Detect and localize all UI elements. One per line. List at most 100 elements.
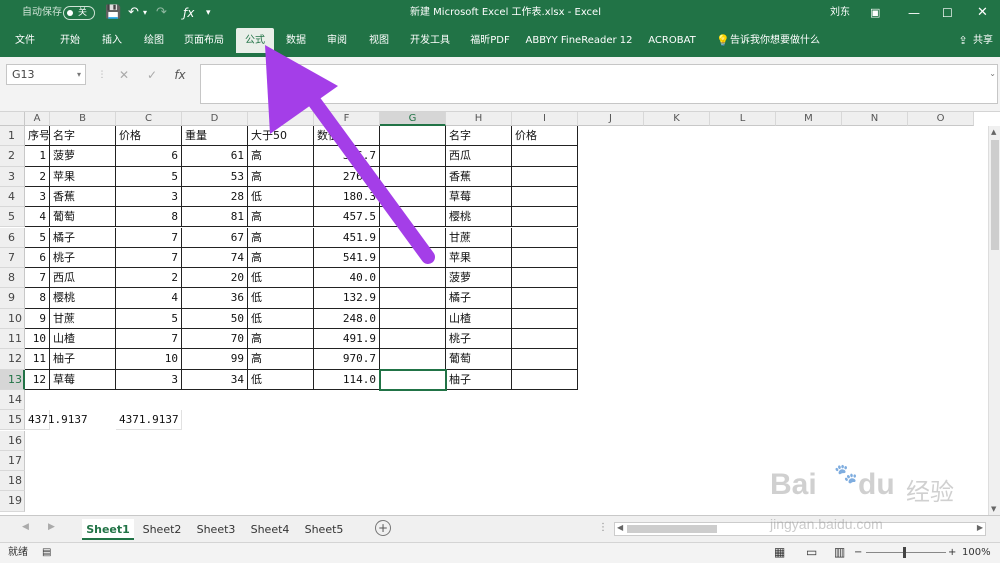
table-cell[interactable]: 香蕉 [50, 186, 116, 208]
table-cell[interactable]: 山楂 [50, 329, 116, 350]
table-cell[interactable]: 7 [25, 268, 50, 289]
user-name[interactable]: 刘东 [830, 0, 850, 26]
table-cell[interactable]: 5 [116, 166, 182, 187]
lookup-price-cell[interactable] [512, 369, 578, 390]
row-header-9[interactable]: 9 [0, 288, 25, 309]
share-button[interactable]: 共享 [970, 28, 996, 53]
table-cell[interactable]: 4 [25, 207, 50, 228]
normal-view-icon[interactable]: ▦ [774, 543, 785, 562]
table-cell[interactable]: 180.3 [314, 186, 380, 208]
table-cell[interactable]: 3 [25, 186, 50, 208]
col-header-d[interactable]: D [182, 112, 248, 126]
table-cell[interactable]: 81 [182, 207, 248, 228]
lookup-price-cell[interactable] [512, 349, 578, 370]
cell[interactable] [380, 227, 446, 248]
lookup-name-cell[interactable]: 甘蔗 [446, 227, 512, 248]
table-cell[interactable]: 34 [182, 369, 248, 390]
row-header-15[interactable]: 15 [0, 410, 25, 431]
table-cell[interactable]: 67 [182, 227, 248, 248]
row-header-1[interactable]: 1 [0, 126, 25, 147]
table-cell[interactable]: 甘蔗 [50, 308, 116, 329]
page-break-view-icon[interactable]: ▥ [834, 543, 845, 562]
table-cell[interactable]: 高 [248, 349, 314, 370]
cell[interactable] [380, 329, 446, 350]
lookup-price-cell[interactable] [512, 247, 578, 269]
col-header-a[interactable]: A [25, 112, 50, 126]
col-header-l[interactable]: L [710, 112, 776, 126]
row-header-13[interactable]: 13 [0, 369, 25, 390]
lookup-name-cell[interactable]: 草莓 [446, 186, 512, 208]
scroll-up-icon[interactable]: ▲ [991, 128, 996, 136]
lookup-header-cell[interactable]: 名字 [446, 126, 512, 147]
sheet-tab-3[interactable]: Sheet3 [190, 519, 242, 540]
row-header-3[interactable]: 3 [0, 166, 25, 187]
table-cell[interactable]: 2 [116, 268, 182, 289]
scroll-left-icon[interactable]: ◀ [617, 523, 623, 532]
scroll-down-icon[interactable]: ▼ [991, 505, 996, 513]
table-cell[interactable]: 10 [116, 349, 182, 370]
lookup-price-cell[interactable] [512, 207, 578, 228]
table-cell[interactable]: 541.9 [314, 247, 380, 269]
sheet-tab-2[interactable]: Sheet2 [136, 519, 188, 540]
vertical-scrollbar[interactable]: ▲ ▼ [988, 126, 1000, 515]
table-cell[interactable]: 苹果 [50, 166, 116, 187]
col-header-h[interactable]: H [446, 112, 512, 126]
table-cell[interactable]: 457.5 [314, 207, 380, 228]
table-cell[interactable]: 低 [248, 268, 314, 289]
col-header-o[interactable]: O [908, 112, 974, 126]
tab-abbyy[interactable]: ABBYY FineReader 12 [524, 28, 634, 53]
sheet-tab-4[interactable]: Sheet4 [244, 519, 296, 540]
cell[interactable] [380, 186, 446, 208]
maximize-icon[interactable]: ☐ [942, 0, 953, 26]
table-cell[interactable]: 970.7 [314, 349, 380, 370]
tab-page-layout[interactable]: 页面布局 [178, 28, 230, 53]
row-header-4[interactable]: 4 [0, 186, 25, 208]
row-header-5[interactable]: 5 [0, 207, 25, 228]
table-cell[interactable]: 6 [25, 247, 50, 269]
sheet-tab-1[interactable]: Sheet1 [82, 519, 134, 540]
lookup-price-cell[interactable] [512, 166, 578, 187]
lookup-name-cell[interactable]: 西瓜 [446, 146, 512, 167]
col-header-k[interactable]: K [644, 112, 710, 126]
col-header-m[interactable]: M [776, 112, 842, 126]
table-cell[interactable]: 40.0 [314, 268, 380, 289]
lookup-name-cell[interactable]: 桃子 [446, 329, 512, 350]
formula-input[interactable] [200, 64, 998, 104]
table-cell[interactable]: 高 [248, 146, 314, 167]
table-cell[interactable]: 99 [182, 349, 248, 370]
scroll-right-icon[interactable]: ▶ [977, 523, 983, 532]
row-header-2[interactable]: 2 [0, 146, 25, 167]
table-cell[interactable]: 451.9 [314, 227, 380, 248]
table-cell[interactable]: 高 [248, 207, 314, 228]
table-cell[interactable]: 高 [248, 166, 314, 187]
col-header-i[interactable]: I [512, 112, 578, 126]
table-cell[interactable]: 橘子 [50, 227, 116, 248]
table-cell[interactable]: 高 [248, 227, 314, 248]
tab-foxit-pdf[interactable]: 福昕PDF [464, 28, 516, 53]
header-cell[interactable]: 大于50 [248, 126, 314, 147]
row-header-17[interactable]: 17 [0, 450, 25, 472]
lookup-price-cell[interactable] [512, 288, 578, 309]
table-cell[interactable]: 桃子 [50, 247, 116, 269]
redo-icon[interactable]: ↷ [156, 0, 167, 26]
lookup-name-cell[interactable]: 香蕉 [446, 166, 512, 187]
cell[interactable] [380, 369, 446, 390]
header-cell[interactable]: 序号 [25, 126, 50, 147]
next-sheet-icon[interactable]: ▶ [48, 522, 55, 532]
tell-me-box[interactable]: 告诉我你想要做什么 [730, 28, 820, 53]
table-cell[interactable]: 12 [25, 369, 50, 390]
table-cell[interactable]: 9 [25, 308, 50, 329]
table-cell[interactable]: 114.0 [314, 369, 380, 390]
enter-icon[interactable]: ✓ [142, 65, 162, 85]
lookup-name-cell[interactable]: 苹果 [446, 247, 512, 269]
table-cell[interactable]: 5 [116, 308, 182, 329]
table-cell[interactable]: 7 [116, 329, 182, 350]
tab-acrobat[interactable]: ACROBAT [642, 28, 702, 53]
table-cell[interactable]: 1 [25, 146, 50, 167]
lookup-header-cell[interactable]: 价格 [512, 126, 578, 147]
table-cell[interactable]: 菠萝 [50, 146, 116, 167]
table-cell[interactable]: 草莓 [50, 369, 116, 390]
table-cell[interactable]: 248.0 [314, 308, 380, 329]
cell[interactable] [380, 146, 446, 167]
table-cell[interactable]: 53 [182, 166, 248, 187]
